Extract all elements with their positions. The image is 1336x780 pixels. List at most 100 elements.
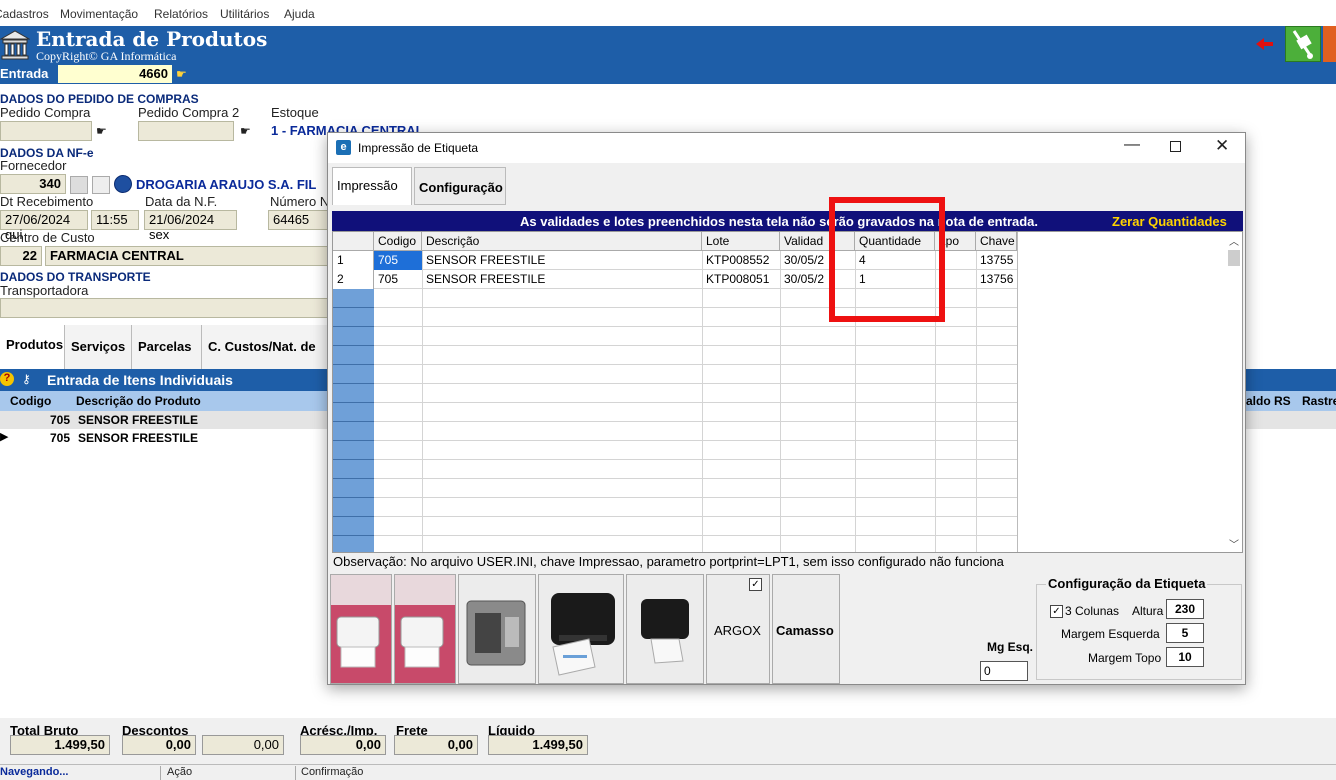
dt-recebimento-field[interactable]: 27/06/2024 qui — [0, 210, 88, 242]
pointing-hand-icon[interactable]: ☛ — [240, 124, 251, 138]
grid-scrollbar[interactable]: ︿ ﹀ — [1226, 232, 1242, 552]
col-descricao[interactable]: Descrição do Produto — [76, 394, 201, 408]
tab-configuracao[interactable]: Configuração — [414, 167, 506, 205]
itens-title: Entrada de Itens Individuais — [47, 372, 233, 388]
grid-col-divider — [976, 251, 977, 552]
argox-button[interactable]: ✓ ARGOX — [706, 574, 770, 684]
document-icon[interactable] — [92, 176, 110, 194]
entrada-label: Entrada — [0, 66, 49, 81]
acresc-field[interactable]: 0,00 — [300, 735, 386, 755]
status-divider — [295, 766, 296, 780]
tab-custos-natureza[interactable]: C. Custos/Nat. de — [202, 325, 328, 369]
descontos-2-field[interactable]: 0,00 — [202, 735, 284, 755]
menu-ajuda[interactable]: Ajuda — [284, 7, 315, 21]
pedido-compra-2-field[interactable] — [138, 121, 234, 141]
frete-field[interactable]: 0,00 — [394, 735, 478, 755]
margem-topo-label: Margem Topo — [1088, 651, 1162, 665]
transportadora-field[interactable] — [0, 298, 328, 318]
pointing-hand-icon[interactable]: ☛ — [176, 67, 187, 81]
row-descricao[interactable]: SENSOR FREESTILE — [422, 270, 702, 289]
row-descricao[interactable]: SENSOR FREESTILE — [422, 251, 702, 270]
liquido-field[interactable]: 1.499,50 — [488, 735, 588, 755]
close-icon[interactable]: ✕ — [1215, 136, 1229, 156]
menu-bar: Cadastros Movimentação Relatórios Utilit… — [0, 0, 1336, 26]
thermal-printer-icon — [641, 599, 689, 664]
row-lote[interactable]: KTP008051 — [702, 270, 780, 289]
row-codigo[interactable]: 705 — [374, 270, 422, 289]
grid-col-divider — [422, 251, 423, 552]
fornecedor-code-field[interactable]: 340 — [0, 174, 66, 194]
altura-field[interactable]: 230 — [1166, 599, 1204, 619]
margem-topo-field[interactable]: 10 — [1166, 647, 1204, 667]
printer-button-5[interactable] — [626, 574, 704, 684]
pointing-hand-icon[interactable]: ☛ — [96, 124, 107, 138]
totals-area — [0, 718, 1336, 764]
row-chave[interactable]: 13755 — [976, 251, 1017, 270]
printer-button-2[interactable] — [394, 574, 456, 684]
scroll-thumb[interactable] — [1228, 250, 1240, 266]
argox-label: ARGOX — [714, 623, 761, 638]
help-icon[interactable]: ? — [0, 372, 14, 386]
tres-colunas-checkbox[interactable]: ✓ — [1050, 605, 1063, 618]
col-lote[interactable]: Lote — [702, 232, 780, 251]
numero-nf-field[interactable]: 64465 — [268, 210, 328, 230]
data-nf-field[interactable]: 21/06/2024 sex — [144, 210, 237, 242]
row-codigo[interactable]: 705 — [374, 251, 422, 270]
menu-cadastros[interactable]: Cadastros — [0, 7, 49, 21]
app-e-icon: e — [336, 140, 351, 155]
row-lote[interactable]: KTP008552 — [702, 251, 780, 270]
scroll-up-icon[interactable]: ︿ — [1229, 233, 1239, 248]
col-codigo[interactable]: Codigo — [374, 232, 422, 251]
argox-checkbox[interactable]: ✓ — [749, 578, 762, 591]
tab-impressao[interactable]: Impressão — [332, 167, 412, 205]
grid-col-divider — [702, 251, 703, 552]
tres-colunas-label: 3 Colunas — [1065, 604, 1120, 618]
entrada-number-field[interactable]: 4660 — [58, 65, 172, 83]
etiqueta-dialog: e Impressão de Etiqueta — ✕ Impressão Co… — [327, 132, 1246, 685]
minimize-icon[interactable]: — — [1124, 136, 1140, 154]
col-descricao[interactable]: Descrição — [422, 232, 702, 251]
col-saldo[interactable]: aldo RS — [1246, 394, 1291, 408]
row-indicator-column — [333, 251, 374, 552]
margem-esquerda-field[interactable]: 5 — [1166, 623, 1204, 643]
col-chave[interactable]: Chave — [976, 232, 1017, 251]
printer-button-3[interactable] — [458, 574, 536, 684]
highlight-box — [829, 197, 945, 322]
total-bruto-field[interactable]: 1.499,50 — [10, 735, 110, 755]
dialog-title: Impressão de Etiqueta — [358, 141, 479, 155]
dt-recebimento-label: Dt Recebimento — [0, 194, 94, 209]
tab-produtos[interactable]: Produtos — [0, 325, 65, 369]
menu-relatorios[interactable]: Relatórios — [154, 7, 208, 21]
globe-icon[interactable] — [114, 175, 132, 193]
camasso-button[interactable]: Camasso — [772, 574, 840, 684]
centro-custo-name-field[interactable]: FARMACIA CENTRAL — [45, 246, 328, 266]
hora-field[interactable]: 11:55 — [91, 210, 139, 230]
status-confirmacao: Confirmação — [301, 766, 364, 778]
mg-esq-field[interactable]: 0 — [980, 661, 1028, 681]
pedido-section-title: DADOS DO PEDIDO DE COMPRAS — [0, 92, 199, 106]
printer-button-1[interactable] — [330, 574, 392, 684]
row-codigo: 705 — [49, 431, 70, 445]
thermal-printer-icon — [551, 593, 615, 676]
col-codigo[interactable]: Codigo — [10, 394, 51, 408]
dialog-title-bar: e Impressão de Etiqueta — ✕ — [328, 133, 1245, 163]
descontos-field[interactable]: 0,00 — [122, 735, 196, 755]
binoculars-icon[interactable] — [70, 176, 88, 194]
tab-parcelas[interactable]: Parcelas — [132, 325, 202, 369]
zerar-quantidades-link[interactable]: Zerar Quantidades — [1112, 214, 1227, 229]
key-icon: ⚷ — [22, 372, 31, 386]
exit-button[interactable] — [1323, 26, 1336, 62]
menu-movimentacao[interactable]: Movimentação — [60, 7, 138, 21]
row-chave[interactable]: 13756 — [976, 270, 1017, 289]
status-navegando: Navegando... — [0, 766, 69, 778]
centro-custo-code-field[interactable]: 22 — [0, 246, 42, 266]
tab-servicos[interactable]: Serviços — [65, 325, 132, 369]
back-arrow-icon[interactable] — [1256, 38, 1274, 50]
scroll-down-icon[interactable]: ﹀ — [1229, 536, 1239, 551]
menu-utilitarios[interactable]: Utilitários — [220, 7, 269, 21]
pedido-compra-field[interactable] — [0, 121, 92, 141]
cart-button[interactable] — [1285, 26, 1321, 62]
printer-button-4[interactable] — [538, 574, 624, 684]
maximize-icon[interactable] — [1170, 141, 1181, 152]
col-rastreio[interactable]: Rastre — [1302, 394, 1336, 408]
